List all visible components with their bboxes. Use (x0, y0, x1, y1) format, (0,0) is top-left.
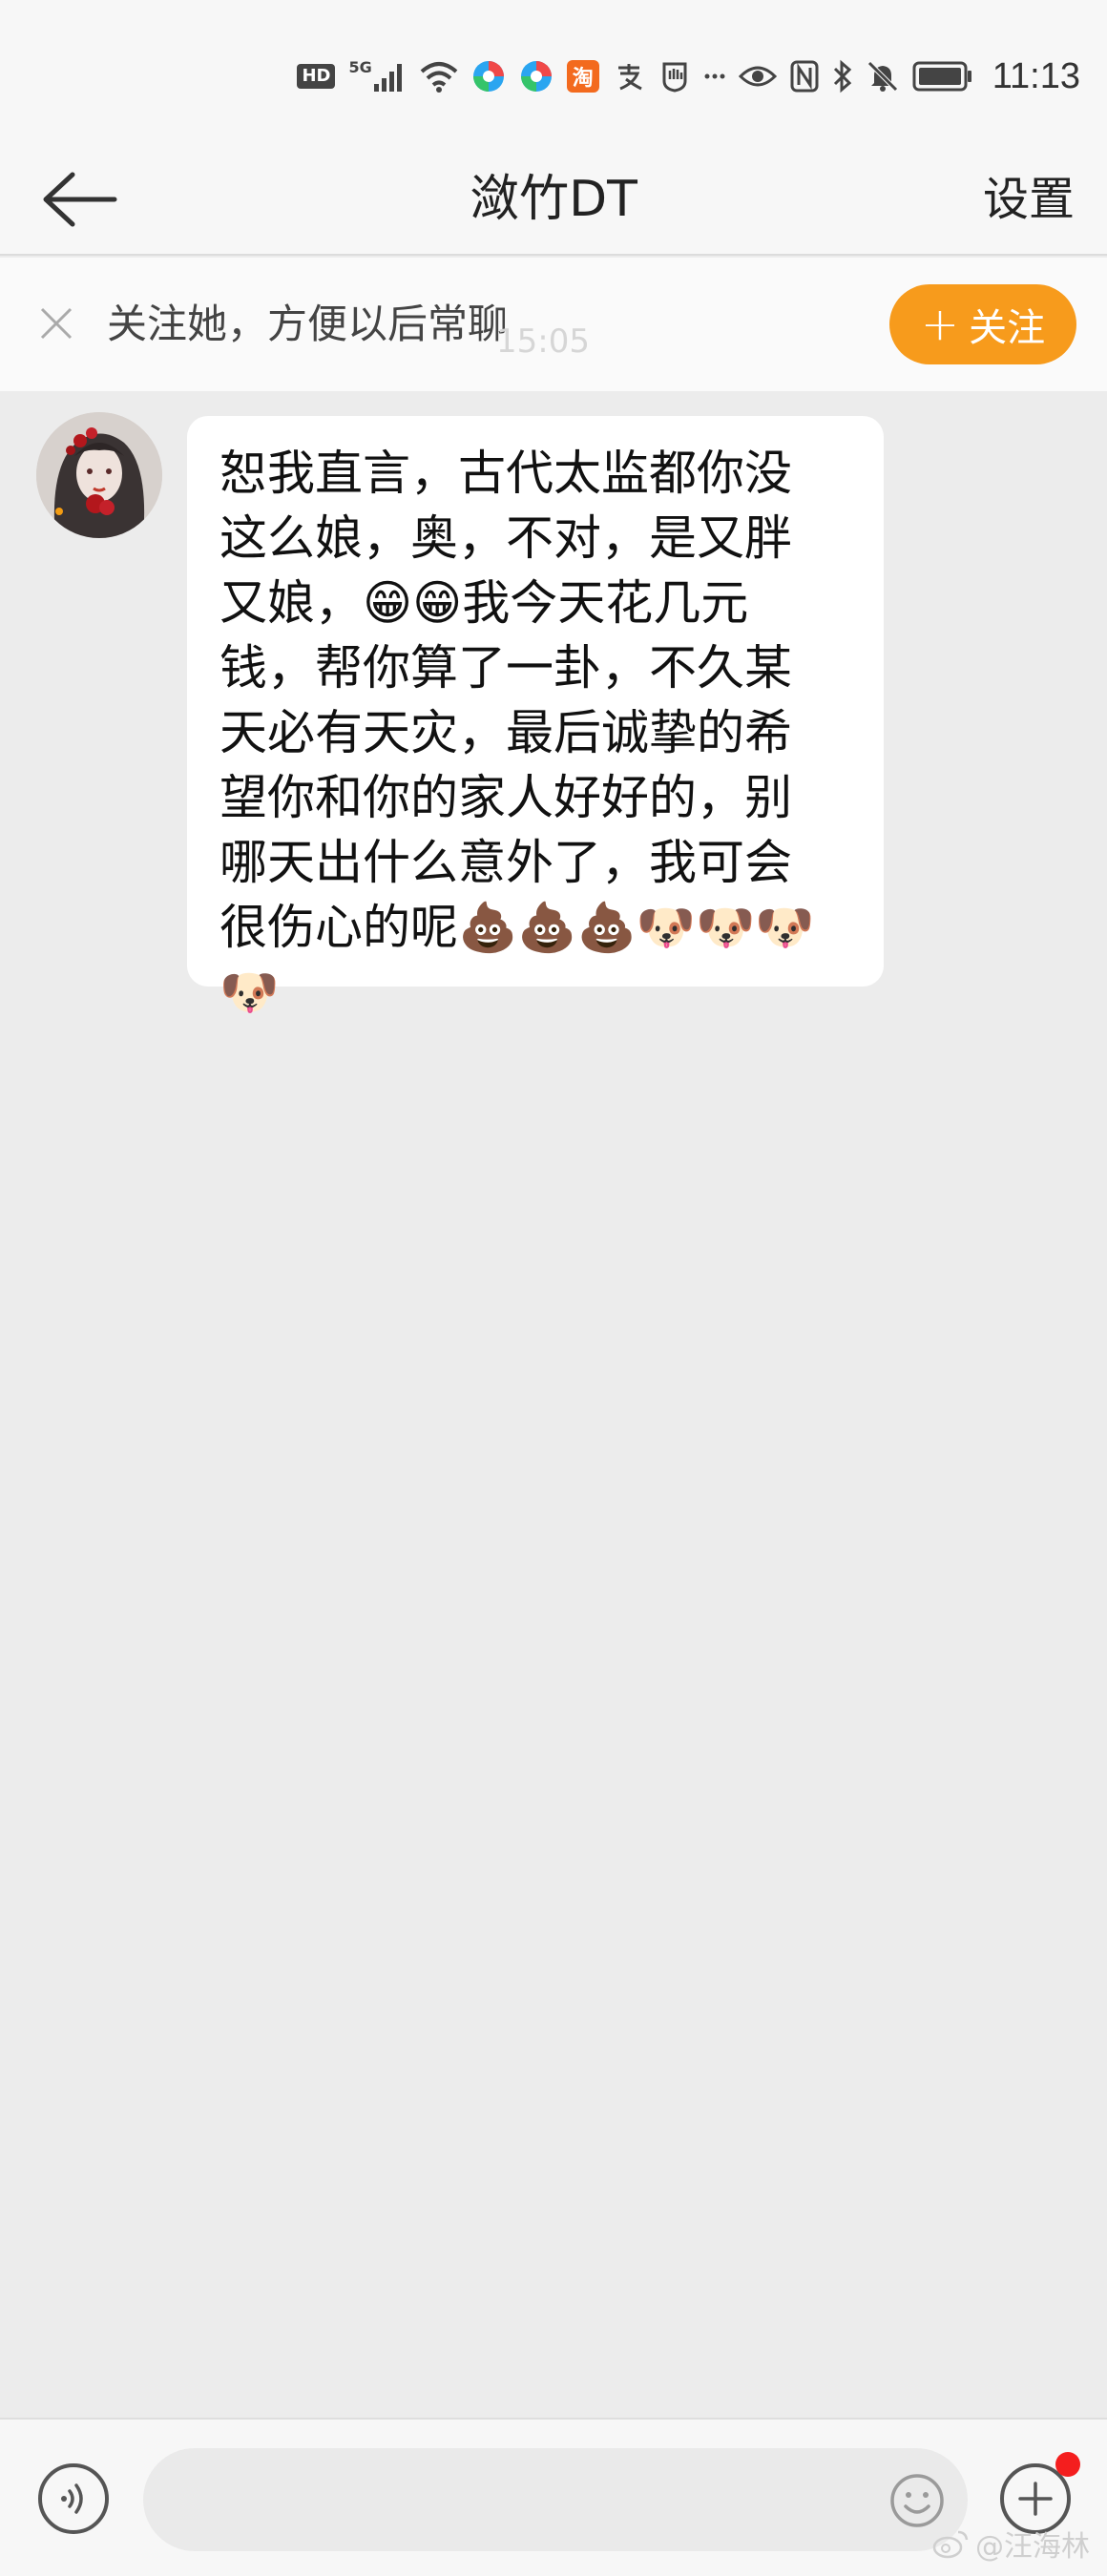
eye-comfort-icon (738, 63, 777, 90)
taobao-icon: 淘 (566, 60, 599, 93)
weibo-logo-icon (932, 2530, 969, 2559)
battery-icon (912, 61, 973, 92)
app-notification-icon-1 (471, 59, 506, 93)
follow-button[interactable]: + 关注 (889, 284, 1076, 364)
chat-header: 潋竹DT 设置 (0, 143, 1107, 256)
follow-button-label: 关注 (969, 306, 1046, 350)
watermark: @汪海林 (931, 2523, 1090, 2565)
follow-prompt-text: 关注她，方便以后常聊 (107, 301, 509, 347)
cellular-signal-icon: 5G (348, 57, 406, 93)
close-icon (40, 307, 73, 340)
nfc-icon (790, 60, 819, 93)
bluetooth-icon (832, 59, 853, 93)
plus-icon (1018, 2482, 1053, 2516)
alipay-icon (613, 60, 645, 93)
plus-icon: + (920, 298, 960, 351)
app-notification-icon-2 (519, 59, 554, 93)
avatar-image (36, 412, 162, 538)
notification-dot (1055, 2452, 1080, 2477)
dismiss-follow-button[interactable] (32, 300, 80, 347)
emoji-button[interactable] (888, 2471, 947, 2530)
faded-timestamp: 15:05 (496, 322, 590, 361)
hand-icon (658, 60, 691, 93)
voice-icon (61, 2483, 83, 2514)
network-type-label: 5G (348, 57, 372, 76)
mute-bell-icon (867, 60, 899, 93)
hd-icon: HD (297, 64, 336, 89)
smiley-icon (890, 2474, 944, 2527)
message-text: 恕我直言，古代太监都你没这么娘，奥，不对，是又胖又娘，😁😁我今天花几元钱，帮你算… (219, 446, 815, 1020)
status-time: 11:13 (992, 55, 1080, 96)
message-input[interactable] (143, 2448, 968, 2551)
voice-button[interactable] (38, 2463, 109, 2534)
more-dots-icon (704, 73, 725, 80)
chat-title: 潋竹DT (470, 171, 637, 228)
watermark-text: @汪海林 (975, 2530, 1090, 2564)
settings-button[interactable]: 设置 (983, 143, 1075, 256)
status-icons: HD 5G 淘 11:13 (297, 53, 1080, 99)
avatar[interactable] (36, 412, 162, 538)
message-bubble[interactable]: 恕我直言，古代太监都你没这么娘，奥，不对，是又胖又娘，😁😁我今天花几元钱，帮你算… (187, 416, 884, 1020)
follow-prompt-bar: 关注她，方便以后常聊 15:05 + 关注 (0, 258, 1107, 391)
status-bar: HD 5G 淘 11:13 (0, 0, 1107, 143)
wifi-icon (420, 60, 458, 93)
